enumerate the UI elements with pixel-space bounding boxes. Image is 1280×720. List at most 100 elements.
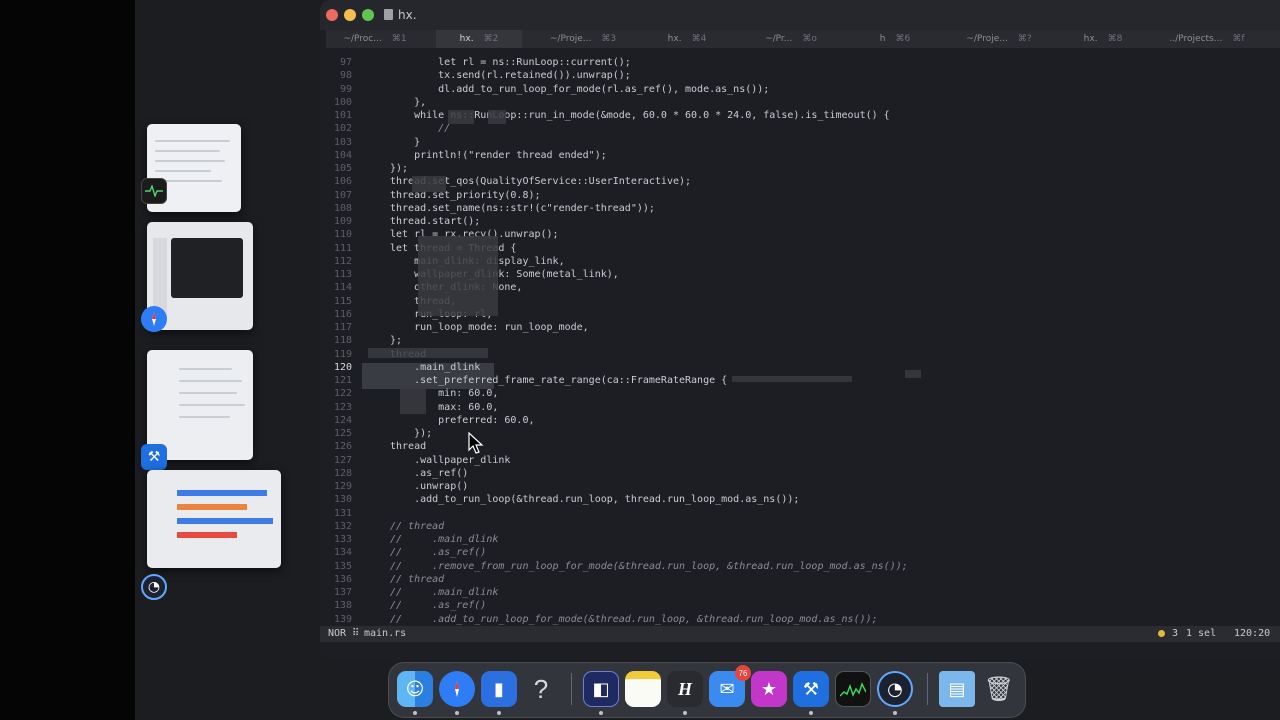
tab-3[interactable]: ~/Proje... ⌘3 xyxy=(540,30,626,48)
line-number: 126 xyxy=(333,441,352,453)
tab-bar: ~/Proc... ⌘1 hx. ⌘2 ~/Proje... ⌘3 hx. ⌘4 ~/Pr...… xyxy=(326,30,1280,48)
code-line: 125 }); xyxy=(320,427,1280,440)
tab-2[interactable]: hx. ⌘2 xyxy=(436,30,522,48)
line-number: 131 xyxy=(333,507,352,519)
code-text: thread xyxy=(390,441,427,453)
code-editor[interactable]: 97 let rl = ns::RunLoop::current(); 98 tx… xyxy=(320,56,1280,626)
tab-4[interactable]: hx. ⌘4 xyxy=(644,30,730,48)
tab-label: ~/Proc... xyxy=(343,34,382,44)
diagnostic-count: 3 xyxy=(1172,628,1179,639)
finder-icon[interactable]: ☺ xyxy=(397,671,433,707)
tab-5[interactable]: ~/Pr... ⌘o xyxy=(748,30,834,48)
line-number: 105 xyxy=(333,163,352,174)
code-line: 136 // thread xyxy=(320,573,1280,586)
code-line: 130 .add_to_run_loop(&thread.run_loop, t… xyxy=(320,493,1280,506)
trash-icon[interactable]: 🗑 xyxy=(981,671,1017,707)
line-number: 106 xyxy=(333,176,352,188)
line-number: 113 xyxy=(333,269,352,280)
line-number: 109 xyxy=(333,216,352,227)
code-line: 108 thread.set_name(ns::str!(c"render-thr… xyxy=(320,202,1280,215)
superstar-icon[interactable]: ★ xyxy=(751,671,787,707)
running-indicator xyxy=(599,711,603,715)
code-line: 106 thread.set_qos(QualityOfService::User… xyxy=(320,175,1280,188)
code-text: .wallpaper_dlink xyxy=(390,454,511,466)
code-text: } xyxy=(390,136,421,148)
downloads-folder-icon[interactable]: ▤ xyxy=(939,671,975,707)
tab-7[interactable]: ~/Proje... ⌘? xyxy=(956,30,1042,48)
tab-8[interactable]: hx. ⌘8 xyxy=(1060,30,1146,48)
line-number: 116 xyxy=(333,308,352,320)
tab-label: ~/Proje... xyxy=(549,34,592,44)
render-glitch xyxy=(732,376,852,382)
tab-6[interactable]: h ⌘6 xyxy=(852,30,938,48)
activity-monitor-icon[interactable] xyxy=(835,671,871,707)
stage-thumb-instruments[interactable] xyxy=(147,470,281,568)
render-glitch xyxy=(418,236,498,316)
line-number: 114 xyxy=(333,282,352,294)
line-number: 102 xyxy=(333,123,352,135)
code-line: 97 let rl = ns::RunLoop::current(); xyxy=(320,56,1280,69)
code-line: 129 .unwrap() xyxy=(320,480,1280,493)
close-button[interactable] xyxy=(326,9,338,21)
code-line: 123 max: 60.0, xyxy=(320,401,1280,414)
code-text: run_loop_mode: run_loop_mode, xyxy=(390,322,589,333)
selection-count: 1 sel xyxy=(1186,628,1217,639)
code-line: 124 preferred: 60.0, xyxy=(320,414,1280,427)
zoom-button[interactable] xyxy=(362,9,374,21)
code-text: // .as_ref() xyxy=(390,547,487,559)
line-number: 123 xyxy=(333,401,352,413)
code-line: 118}; xyxy=(320,334,1280,347)
line-number: 111 xyxy=(333,242,352,254)
running-indicator xyxy=(455,711,459,715)
code-line: 137 // .main_dlink xyxy=(320,586,1280,599)
line-number: 100 xyxy=(333,96,352,108)
line-number: 101 xyxy=(333,110,352,121)
tab-label: ~/Pr... xyxy=(765,34,793,44)
line-number: 130 xyxy=(333,494,352,506)
line-number: 122 xyxy=(333,388,352,400)
tab-9[interactable]: ../Projects... ⌘f xyxy=(1164,30,1250,48)
line-number: 121 xyxy=(333,375,352,386)
line-number: 97 xyxy=(339,57,352,68)
help-icon[interactable]: ? xyxy=(523,671,559,707)
xcode-icon[interactable]: ▮ xyxy=(481,671,517,707)
file-name: main.rs xyxy=(364,628,407,639)
minimize-button[interactable] xyxy=(344,9,356,21)
line-number: 135 xyxy=(333,560,352,572)
render-glitch xyxy=(905,370,921,378)
tab-shortcut: ⌘? xyxy=(1017,34,1032,44)
line-number: 99 xyxy=(339,83,352,95)
warning-dot-icon xyxy=(1158,630,1165,637)
notes-icon[interactable] xyxy=(625,671,661,707)
tab-1[interactable]: ~/Proc... ⌘1 xyxy=(332,30,418,48)
code-line: 128 .as_ref() xyxy=(320,467,1280,480)
mail-icon[interactable]: ✉ 76 xyxy=(709,665,751,707)
line-number: 104 xyxy=(333,149,352,161)
code-line: 120 .main_dlink xyxy=(320,361,1280,374)
xcode-beta-icon[interactable]: ⚒ xyxy=(793,671,829,707)
instruments-icon[interactable]: ◔ xyxy=(877,671,913,707)
line-number: 119 xyxy=(333,348,352,360)
safari-icon[interactable] xyxy=(439,671,475,707)
code-text: dl.add_to_run_loop_for_mode(rl.as_ref(),… xyxy=(390,83,770,95)
tab-shortcut: ⌘2 xyxy=(483,34,499,44)
line-number: 138 xyxy=(333,600,352,612)
preview-icon[interactable]: ◧ xyxy=(583,671,619,707)
window-titlebar: hx. xyxy=(320,0,1280,30)
code-text: .set_preferred_frame_rate_range(ca::Fram… xyxy=(390,375,728,386)
code-text: // .remove_from_run_loop_for_mode(&threa… xyxy=(390,560,908,572)
tab-label: ~/Proje... xyxy=(966,34,1008,44)
tab-label: hx. xyxy=(459,34,474,44)
code-line: 126 thread xyxy=(320,440,1280,453)
code-line: 109 thread.start(); xyxy=(320,215,1280,228)
window-title: hx. xyxy=(398,8,417,22)
helix-icon[interactable]: H xyxy=(667,671,703,707)
dock: ☺ ▮ ? ◧ H ✉ 76 ★ ⚒ ◔ ▤ 🗑 xyxy=(388,662,1026,718)
code-text: thread.set_name(ns::str!(c"render-thread… xyxy=(390,202,655,214)
code-line: 131 xyxy=(320,507,1280,520)
line-number: 128 xyxy=(333,467,352,479)
code-line: 133 // .main_dlink xyxy=(320,533,1280,546)
tab-shortcut: ⌘1 xyxy=(391,34,407,44)
line-number: 107 xyxy=(333,189,352,201)
code-line: 98 tx.send(rl.retained()).unwrap(); xyxy=(320,69,1280,82)
